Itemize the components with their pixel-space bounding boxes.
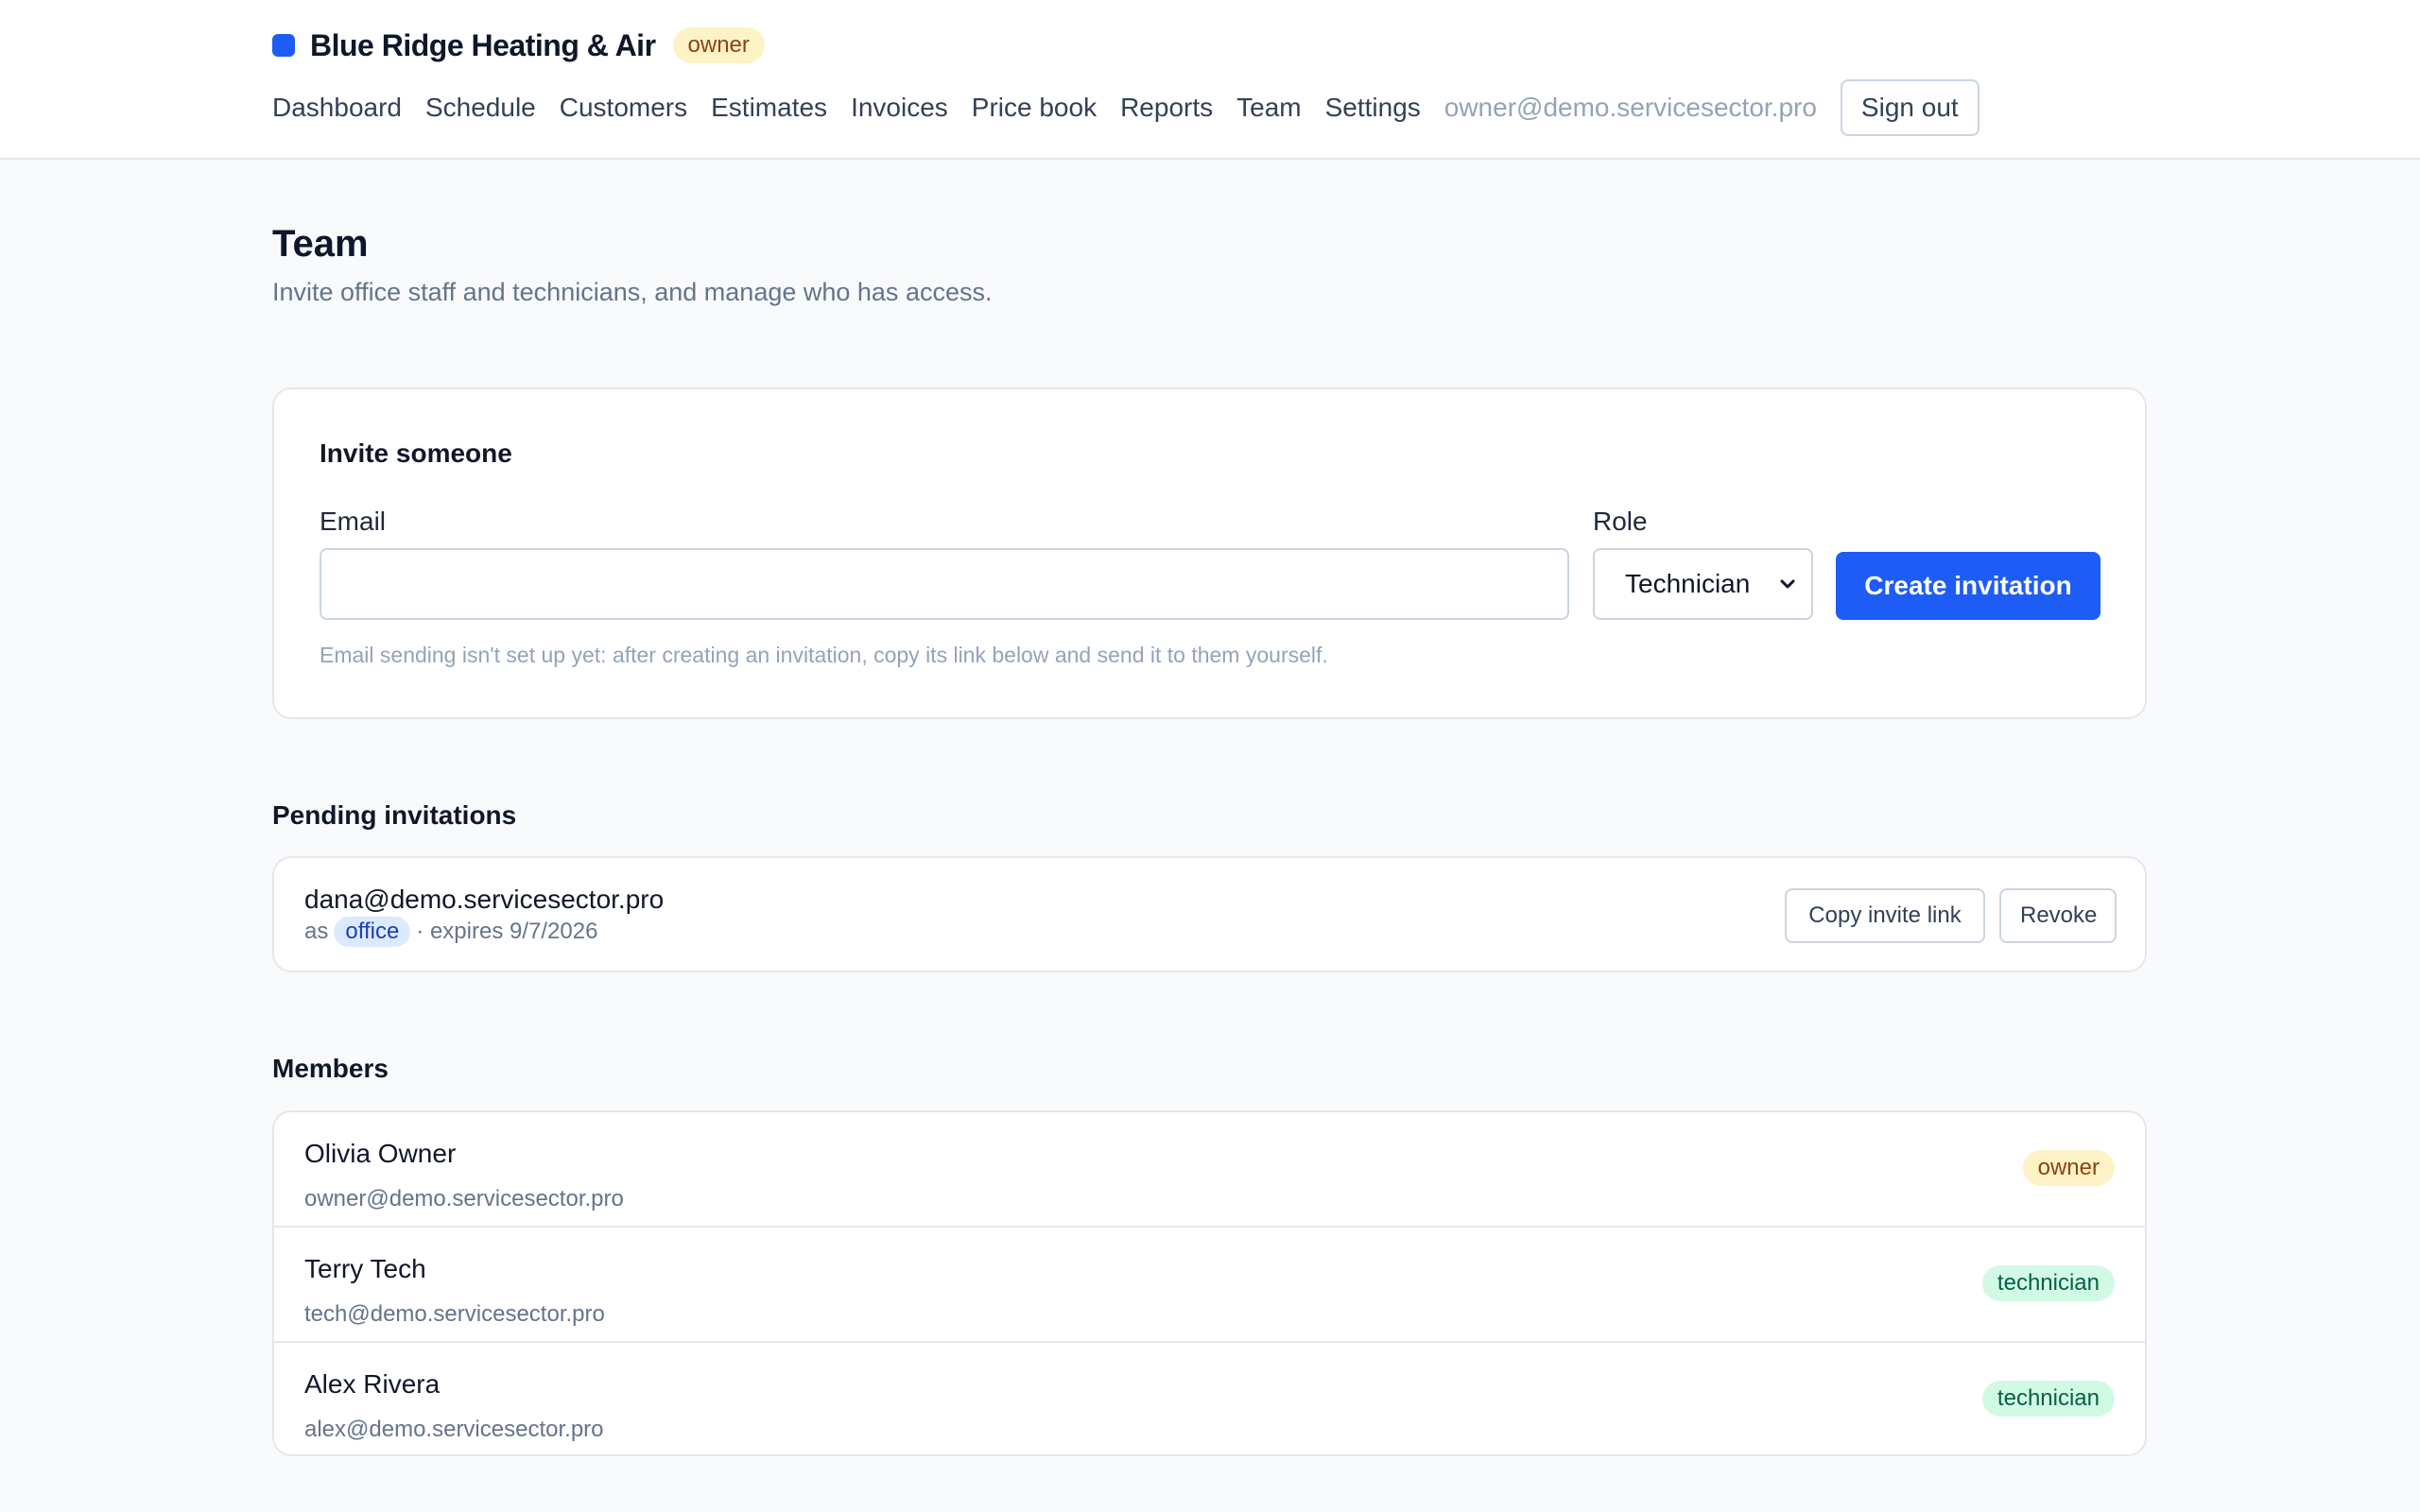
member-row: Alex Rivera alex@demo.servicesector.pro … (274, 1343, 2145, 1454)
member-row: Terry Tech tech@demo.servicesector.pro t… (274, 1228, 2145, 1343)
nav-reports[interactable]: Reports (1120, 93, 1213, 123)
role-select[interactable]: Technician (1593, 548, 1813, 620)
role-select-value: Technician (1625, 569, 1751, 598)
create-invitation-button[interactable]: Create invitation (1836, 552, 2100, 620)
invite-hint: Email sending isn't set up yet: after cr… (320, 643, 1328, 667)
brand-square-icon (272, 34, 295, 57)
member-email: alex@demo.servicesector.pro (304, 1417, 604, 1442)
nav-schedule[interactable]: Schedule (425, 93, 536, 123)
page-subtitle: Invite office staff and technicians, and… (272, 278, 993, 306)
member-name: Alex Rivera (304, 1369, 441, 1399)
invite-as-label: as (304, 919, 329, 944)
member-name: Olivia Owner (304, 1139, 457, 1168)
nav-estimates[interactable]: Estimates (711, 93, 827, 123)
nav-customers[interactable]: Customers (560, 93, 687, 123)
brand-name: Blue Ridge Heating & Air (310, 27, 656, 62)
brand: Blue Ridge Heating & Air owner (272, 26, 765, 64)
copy-invite-link-button[interactable]: Copy invite link (1785, 888, 1985, 943)
member-email: tech@demo.servicesector.pro (304, 1301, 605, 1327)
invite-expiry: · expires 9/7/2026 (416, 919, 598, 944)
user-role-badge: owner (672, 27, 765, 63)
pending-invitations-card: dana@demo.servicesector.pro as office · … (272, 856, 2147, 972)
main-nav: Dashboard Schedule Customers Estimates I… (272, 77, 1979, 138)
invite-card: Invite someone Email Role Technician Cre… (272, 387, 2147, 719)
members-card: Olivia Owner owner@demo.servicesector.pr… (272, 1110, 2147, 1456)
member-email: owner@demo.servicesector.pro (304, 1186, 624, 1211)
role-label: Role (1593, 507, 1648, 536)
nav-team[interactable]: Team (1236, 93, 1301, 123)
chevron-down-icon (1780, 579, 1795, 589)
member-role-badge: owner (2022, 1150, 2115, 1186)
top-bar: Blue Ridge Heating & Air owner Dashboard… (0, 0, 2420, 160)
members-section-title: Members (272, 1054, 389, 1083)
pending-section-title: Pending invitations (272, 800, 517, 830)
page-title: Team (272, 223, 369, 265)
invite-email: dana@demo.servicesector.pro (304, 885, 665, 914)
member-row: Olivia Owner owner@demo.servicesector.pr… (274, 1112, 2145, 1228)
nav-dashboard[interactable]: Dashboard (272, 93, 402, 123)
email-label: Email (320, 507, 387, 536)
invite-details: as office · expires 9/7/2026 (304, 917, 597, 947)
member-role-badge: technician (1981, 1381, 2115, 1417)
nav-invoices[interactable]: Invoices (851, 93, 948, 123)
nav-price-book[interactable]: Price book (972, 93, 1097, 123)
member-role-badge: technician (1981, 1265, 2115, 1301)
revoke-button[interactable]: Revoke (1999, 888, 2117, 943)
email-field[interactable] (320, 548, 1569, 620)
invite-role-badge: office (334, 917, 411, 947)
current-user-email: owner@demo.servicesector.pro (1443, 93, 1817, 122)
sign-out-button[interactable]: Sign out (1840, 79, 1979, 136)
nav-settings[interactable]: Settings (1325, 93, 1421, 123)
member-name: Terry Tech (304, 1254, 426, 1283)
invite-title: Invite someone (320, 438, 512, 468)
